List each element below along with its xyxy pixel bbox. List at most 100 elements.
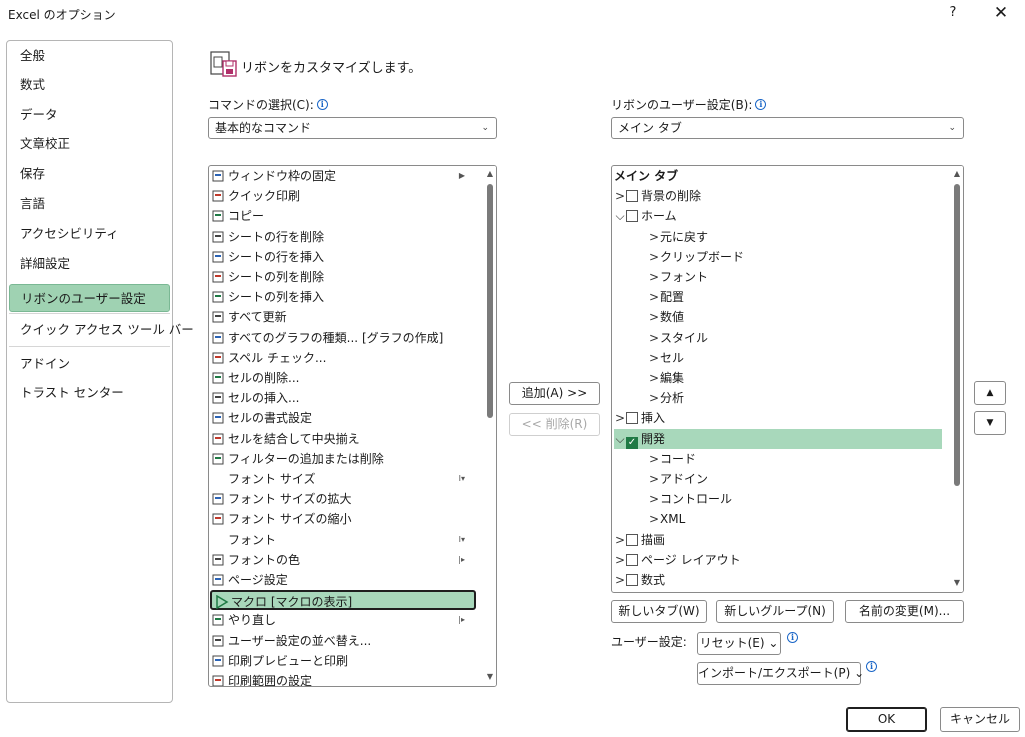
nav-item[interactable]: データ	[9, 101, 170, 129]
scroll-up-icon[interactable]: ▲	[952, 169, 962, 179]
chevron-right-icon[interactable]: >	[648, 449, 660, 469]
group-node[interactable]: >分析	[648, 388, 942, 408]
command-item[interactable]: すべて更新	[209, 307, 477, 327]
tree-header[interactable]: メイン タブ	[614, 166, 942, 186]
scrollbar-thumb[interactable]	[954, 184, 960, 486]
nav-item[interactable]: アドイン	[9, 350, 170, 378]
ok-button[interactable]: OK	[846, 707, 927, 732]
command-item[interactable]: セルを結合して中央揃え	[209, 429, 477, 449]
group-node[interactable]: >元に戻す	[648, 227, 942, 247]
chevron-right-icon[interactable]: >	[648, 267, 660, 287]
commands-list[interactable]: ウィンドウ枠の固定 ▶ クイック印刷 コピー シートの行を削除 シートの行を挿入 シートの列…	[208, 165, 497, 687]
group-node[interactable]: >数値	[648, 307, 942, 327]
reset-button[interactable]: リセット(E) ⌄	[697, 632, 781, 655]
tab-node[interactable]: ⌵ ホーム	[614, 206, 942, 226]
chevron-right-icon[interactable]: >	[614, 550, 626, 570]
command-item[interactable]: セルの挿入...	[209, 388, 477, 408]
chevron-right-icon[interactable]: >	[614, 530, 626, 550]
chevron-right-icon[interactable]: >	[648, 307, 660, 327]
chevron-right-icon[interactable]: >	[648, 328, 660, 348]
nav-item[interactable]: 文章校正	[9, 130, 170, 158]
command-item[interactable]: フォント サイズ I▾	[209, 469, 477, 489]
command-item[interactable]: フォント サイズの縮小	[209, 509, 477, 529]
chevron-right-icon[interactable]: >	[648, 227, 660, 247]
nav-item[interactable]: 詳細設定	[9, 250, 170, 278]
group-node[interactable]: >編集	[648, 368, 942, 388]
tab-node[interactable]: > 挿入	[614, 408, 942, 428]
group-node[interactable]: >フォント	[648, 267, 942, 287]
command-item[interactable]: シートの行を削除	[209, 227, 477, 247]
scroll-down-icon[interactable]: ▼	[485, 672, 495, 682]
nav-item[interactable]: 保存	[9, 160, 170, 188]
tab-checkbox[interactable]	[626, 533, 638, 546]
command-item[interactable]: フォント I▾	[209, 530, 477, 550]
tree-scrollbar[interactable]: ▲ ▼	[951, 166, 963, 592]
chevron-right-icon[interactable]: >	[614, 408, 626, 428]
tab-checkbox[interactable]	[626, 553, 638, 566]
scrollbar-thumb[interactable]	[487, 184, 493, 418]
command-item[interactable]: ユーザー設定の並べ替え...	[209, 631, 477, 651]
group-node[interactable]: >スタイル	[648, 328, 942, 348]
add-button[interactable]: 追加(A) >>	[509, 382, 600, 405]
command-item[interactable]: ウィンドウ枠の固定 ▶	[209, 166, 477, 186]
command-item[interactable]: フォントの色 |▸	[209, 550, 477, 570]
group-node[interactable]: >セル	[648, 348, 942, 368]
command-item[interactable]: フィルターの追加または削除	[209, 449, 477, 469]
tab-node[interactable]: > 数式	[614, 570, 942, 590]
chevron-right-icon[interactable]: >	[648, 509, 660, 529]
command-item[interactable]: フォント サイズの拡大	[209, 489, 477, 509]
tab-checkbox[interactable]	[626, 574, 638, 586]
group-node[interactable]: >アドイン	[648, 469, 942, 489]
group-node[interactable]: >コントロール	[648, 489, 942, 509]
chevron-right-icon[interactable]: >	[648, 388, 660, 408]
commands-scrollbar[interactable]: ▲ ▼	[484, 166, 496, 686]
nav-item[interactable]: リボンのユーザー設定	[9, 284, 170, 312]
tab-node[interactable]: > 描画	[614, 530, 942, 550]
nav-item[interactable]: 言語	[9, 190, 170, 218]
tab-node[interactable]: > 背景の削除	[614, 186, 942, 206]
command-item[interactable]: ページ設定	[209, 570, 477, 590]
group-node[interactable]: >クリップボード	[648, 247, 942, 267]
tab-checkbox[interactable]	[626, 210, 638, 223]
import-export-button[interactable]: インポート/エクスポート(P) ⌄	[697, 662, 864, 685]
command-item[interactable]: 印刷範囲の設定	[209, 671, 477, 686]
command-item[interactable]: シートの行を挿入	[209, 247, 477, 267]
tab-checkbox[interactable]	[626, 190, 638, 203]
group-node[interactable]: >配置	[648, 287, 942, 307]
close-button[interactable]: ✕	[988, 2, 1014, 24]
tab-checkbox[interactable]: ✓	[626, 436, 638, 449]
info-icon[interactable]: i	[787, 632, 798, 643]
chevron-down-icon[interactable]: ⌵	[614, 429, 626, 449]
command-item[interactable]: すべてのグラフの種類... [グラフの作成]	[209, 328, 477, 348]
command-item[interactable]: コピー	[209, 206, 477, 226]
chevron-right-icon[interactable]: >	[648, 348, 660, 368]
scroll-up-icon[interactable]: ▲	[485, 169, 495, 179]
command-item[interactable]: シートの列を削除	[209, 267, 477, 287]
chevron-right-icon[interactable]: >	[648, 489, 660, 509]
nav-item[interactable]: 数式	[9, 71, 170, 99]
move-up-button[interactable]: ▲	[974, 381, 1006, 405]
new-group-button[interactable]: 新しいグループ(N)	[716, 600, 834, 623]
info-icon[interactable]: i	[866, 661, 877, 672]
chevron-right-icon[interactable]: >	[648, 469, 660, 489]
tab-node[interactable]: ⌵ ✓ 開発	[614, 428, 942, 449]
command-item[interactable]: クイック印刷	[209, 186, 477, 206]
command-item[interactable]: マクロ [マクロの表示]	[210, 590, 476, 611]
command-item[interactable]: やり直し |▸	[209, 610, 477, 630]
rename-button[interactable]: 名前の変更(M)...	[845, 600, 964, 623]
nav-item[interactable]: アクセシビリティ	[9, 220, 170, 248]
tab-node[interactable]: > ページ レイアウト	[614, 550, 942, 570]
cancel-button[interactable]: キャンセル	[940, 707, 1020, 732]
scroll-down-icon[interactable]: ▼	[952, 578, 962, 588]
customize-ribbon-dropdown[interactable]: メイン タブ ⌄	[611, 117, 964, 139]
new-tab-button[interactable]: 新しいタブ(W)	[611, 600, 707, 623]
ribbon-tree[interactable]: メイン タブ > 背景の削除 ⌵ ホーム >元に戻す >クリップボード >フォント >配置 >数値…	[611, 165, 964, 593]
nav-item[interactable]: クイック アクセス ツール バー	[9, 316, 194, 344]
help-button[interactable]: ?	[942, 2, 964, 24]
chevron-down-icon[interactable]: ⌵	[614, 206, 626, 226]
command-item[interactable]: セルの書式設定	[209, 408, 477, 428]
command-item[interactable]: シートの列を挿入	[209, 287, 477, 307]
chevron-right-icon[interactable]: >	[648, 247, 660, 267]
nav-item[interactable]: トラスト センター	[9, 379, 170, 407]
command-item[interactable]: スペル チェック...	[209, 348, 477, 368]
